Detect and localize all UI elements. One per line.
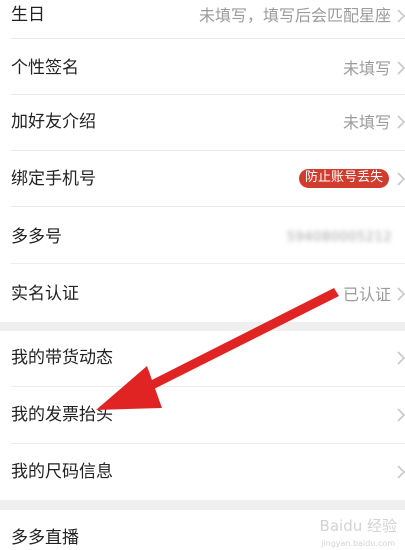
- annotation-arrow-shaft: [136, 288, 339, 396]
- baidu-watermark: Baidu 经验: [319, 517, 397, 535]
- profile-settings-page: 生日 未填写，填写后会匹配星座 个性签名 未填写 加好友介绍 未填写 绑定手机号…: [0, 0, 405, 550]
- annotation-arrow-icon: [96, 288, 339, 410]
- annotation-arrow-head: [96, 366, 162, 410]
- baidu-watermark-url: jingyan.baidu.com: [321, 539, 395, 548]
